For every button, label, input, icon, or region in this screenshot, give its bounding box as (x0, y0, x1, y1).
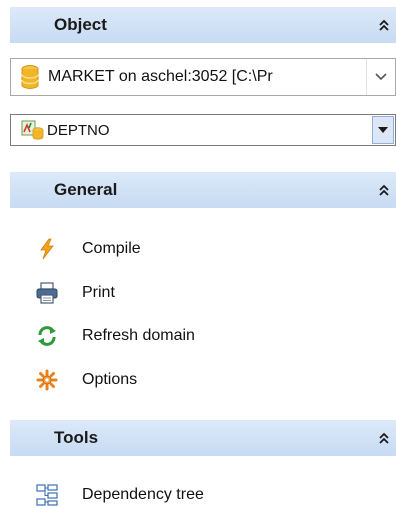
database-combo[interactable]: MARKET on aschel:3052 [C:\Pr (10, 58, 396, 96)
dependency-tree-label: Dependency tree (82, 486, 204, 503)
dropdown-arrow-icon[interactable] (372, 116, 394, 144)
object-section-title: Object (54, 15, 107, 34)
domain-combo[interactable]: DEPTNO (10, 114, 396, 146)
domain-combo-value: DEPTNO (47, 121, 110, 139)
printer-icon (36, 282, 58, 304)
object-section-header[interactable]: Object (10, 7, 396, 43)
database-icon (20, 64, 40, 90)
tools-section-title: Tools (54, 428, 99, 447)
refresh-domain-item[interactable]: Refresh domain (36, 323, 195, 349)
collapse-chevron-icon[interactable] (374, 15, 394, 35)
database-combo-value: MARKET on aschel:3052 [C:\Pr (48, 68, 273, 85)
tools-section-header[interactable]: Tools (10, 420, 396, 456)
dependency-tree-item[interactable]: Dependency tree (36, 482, 204, 508)
collapse-chevron-icon[interactable] (374, 428, 394, 448)
options-item[interactable]: Options (36, 367, 137, 393)
print-item[interactable]: Print (36, 280, 115, 306)
compile-item[interactable]: Compile (36, 236, 141, 262)
options-gear-icon (36, 369, 58, 391)
lightning-icon (36, 238, 58, 260)
print-label: Print (82, 284, 115, 301)
collapse-chevron-icon[interactable] (374, 180, 394, 200)
options-label: Options (82, 371, 138, 388)
refresh-domain-label: Refresh domain (82, 327, 195, 344)
dependency-tree-icon (36, 484, 58, 506)
refresh-icon (36, 325, 58, 347)
compile-label: Compile (82, 240, 141, 257)
dropdown-arrow-icon[interactable] (366, 59, 395, 95)
domain-icon (21, 119, 45, 141)
general-section-title: General (54, 180, 118, 199)
general-section-header[interactable]: General (10, 172, 396, 208)
